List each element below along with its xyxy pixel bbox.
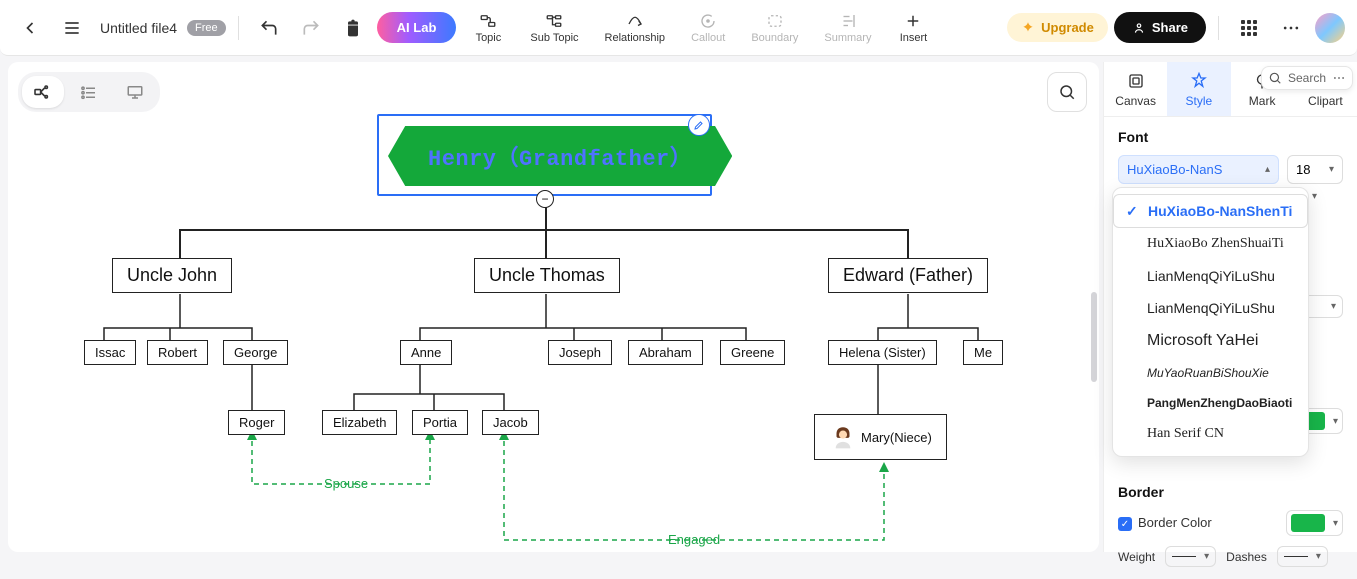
- weight-select[interactable]: ▾: [1165, 546, 1216, 567]
- view-switcher: [18, 72, 160, 112]
- more-icon: [1332, 71, 1346, 85]
- node-style-handle[interactable]: [688, 114, 710, 136]
- view-outline[interactable]: [68, 76, 110, 108]
- toolbar-boundary: Boundary: [741, 8, 808, 48]
- font-family-select[interactable]: HuXiaoBo-NanS ▴: [1118, 155, 1279, 184]
- apps-grid-button[interactable]: [1231, 10, 1267, 46]
- view-present[interactable]: [114, 76, 156, 108]
- toolbar-item-label: Sub Topic: [530, 32, 578, 44]
- collapse-toggle[interactable]: −: [536, 190, 554, 208]
- paste-button[interactable]: [335, 10, 371, 46]
- font-option[interactable]: PangMenZhengDaoBiaoti: [1113, 388, 1308, 418]
- main-area: Henry（Grandfather） − Uncle John Uncle Th…: [8, 62, 1357, 552]
- upgrade-button[interactable]: Upgrade: [1007, 13, 1108, 42]
- font-option[interactable]: Han Serif CN: [1113, 418, 1308, 450]
- node-uncle-john[interactable]: Uncle John: [112, 258, 232, 293]
- font-family-value: HuXiaoBo-NanS: [1127, 162, 1222, 177]
- color-swatch: [1291, 514, 1325, 532]
- node-mary[interactable]: Mary(Niece): [814, 414, 947, 460]
- view-mindmap[interactable]: [22, 76, 64, 108]
- back-button[interactable]: [12, 10, 48, 46]
- menu-button[interactable]: [54, 10, 90, 46]
- relation-label-engaged: Engaged: [668, 532, 720, 547]
- node-edward[interactable]: Edward (Father): [828, 258, 988, 293]
- toolbar-callout: Callout: [681, 8, 735, 48]
- toolbar-subtopic[interactable]: Sub Topic: [520, 8, 588, 48]
- tab-canvas[interactable]: Canvas: [1104, 62, 1167, 116]
- canvas-search-button[interactable]: [1047, 72, 1087, 112]
- file-name[interactable]: Untitled file4: [100, 20, 177, 36]
- chevron-up-icon: ▴: [1265, 164, 1270, 175]
- node-root[interactable]: Henry（Grandfather）: [388, 126, 732, 186]
- toolbar-item-label: Insert: [900, 32, 928, 44]
- font-dropdown: HuXiaoBo-NanShenTi HuXiaoBo ZhenShuaiTi …: [1112, 187, 1309, 457]
- top-toolbar: Untitled file4 Free AI Lab Topic Sub Top…: [0, 0, 1357, 56]
- border-color-label: Border Color: [1138, 515, 1212, 530]
- share-button[interactable]: Share: [1114, 12, 1206, 43]
- panel-search-label: Search: [1288, 71, 1326, 85]
- toolbar-relationship[interactable]: Relationship: [595, 8, 676, 48]
- font-option[interactable]: LianMenqQiYiLuShu: [1113, 292, 1308, 324]
- node-george[interactable]: George: [223, 340, 288, 365]
- redo-button[interactable]: [293, 10, 329, 46]
- user-avatar[interactable]: [1315, 13, 1345, 43]
- scrollbar[interactable]: [1091, 292, 1097, 382]
- undo-button[interactable]: [251, 10, 287, 46]
- node-mary-label: Mary(Niece): [861, 430, 932, 445]
- separator: [1218, 16, 1219, 40]
- node-anne[interactable]: Anne: [400, 340, 452, 365]
- chevron-down-icon: ▾: [1329, 164, 1334, 175]
- relation-label-spouse: Spouse: [324, 476, 368, 491]
- node-robert[interactable]: Robert: [147, 340, 208, 365]
- section-font-heading: Font: [1118, 129, 1343, 145]
- font-option[interactable]: HuXiaoBo-NanShenTi: [1113, 194, 1308, 228]
- dashes-select[interactable]: ▾: [1277, 546, 1328, 567]
- node-joseph[interactable]: Joseph: [548, 340, 612, 365]
- panel-body: Font HuXiaoBo-NanS ▴ 18 ▾ HuXiaoBo-NanSh…: [1104, 117, 1357, 579]
- more-button[interactable]: [1273, 10, 1309, 46]
- section-border-heading: Border: [1118, 484, 1343, 500]
- checkbox-icon[interactable]: ✓: [1118, 517, 1132, 531]
- tab-style[interactable]: Style: [1167, 62, 1230, 116]
- toolbar-item-label: Boundary: [751, 32, 798, 44]
- toolbar-item-label: Summary: [824, 32, 871, 44]
- toolbar-insert[interactable]: Insert: [887, 8, 939, 48]
- node-helena[interactable]: Helena (Sister): [828, 340, 937, 365]
- node-greene[interactable]: Greene: [720, 340, 785, 365]
- node-issac[interactable]: Issac: [84, 340, 136, 365]
- font-option[interactable]: LianMenqQiYiLuShu: [1113, 260, 1308, 292]
- font-option[interactable]: Microsoft YaHei: [1113, 324, 1308, 358]
- toolbar-item-label: Relationship: [605, 32, 666, 44]
- node-roger[interactable]: Roger: [228, 410, 285, 435]
- node-elizabeth[interactable]: Elizabeth: [322, 410, 397, 435]
- font-size-select[interactable]: 18 ▾: [1287, 155, 1343, 184]
- panel-search[interactable]: Search: [1261, 66, 1353, 90]
- node-jacob[interactable]: Jacob: [482, 410, 539, 435]
- border-color-select[interactable]: ▾: [1286, 510, 1343, 536]
- font-option[interactable]: HuXiaoBo ZhenShuaiTi: [1113, 228, 1308, 260]
- toolbar-summary: Summary: [814, 8, 881, 48]
- right-panel: Canvas Style Mark Clipart Search Font: [1103, 62, 1357, 552]
- node-me[interactable]: Me: [963, 340, 1003, 365]
- plan-badge: Free: [187, 20, 226, 36]
- font-option[interactable]: MuYaoRuanBiShouXie: [1113, 358, 1308, 388]
- upgrade-label: Upgrade: [1041, 20, 1094, 35]
- font-size-value: 18: [1296, 162, 1310, 177]
- share-label: Share: [1152, 20, 1188, 35]
- chevron-down-icon: ▾: [1312, 191, 1317, 202]
- toolbar-item-label: Callout: [691, 32, 725, 44]
- toolbar-item-label: Topic: [476, 32, 502, 44]
- node-abraham[interactable]: Abraham: [628, 340, 703, 365]
- node-portia[interactable]: Portia: [412, 410, 468, 435]
- toolbar-topic[interactable]: Topic: [462, 8, 514, 48]
- canvas[interactable]: Henry（Grandfather） − Uncle John Uncle Th…: [8, 62, 1099, 552]
- separator: [238, 16, 239, 40]
- person-icon: [829, 423, 857, 451]
- ai-lab-button[interactable]: AI Lab: [377, 12, 457, 43]
- node-uncle-thomas[interactable]: Uncle Thomas: [474, 258, 620, 293]
